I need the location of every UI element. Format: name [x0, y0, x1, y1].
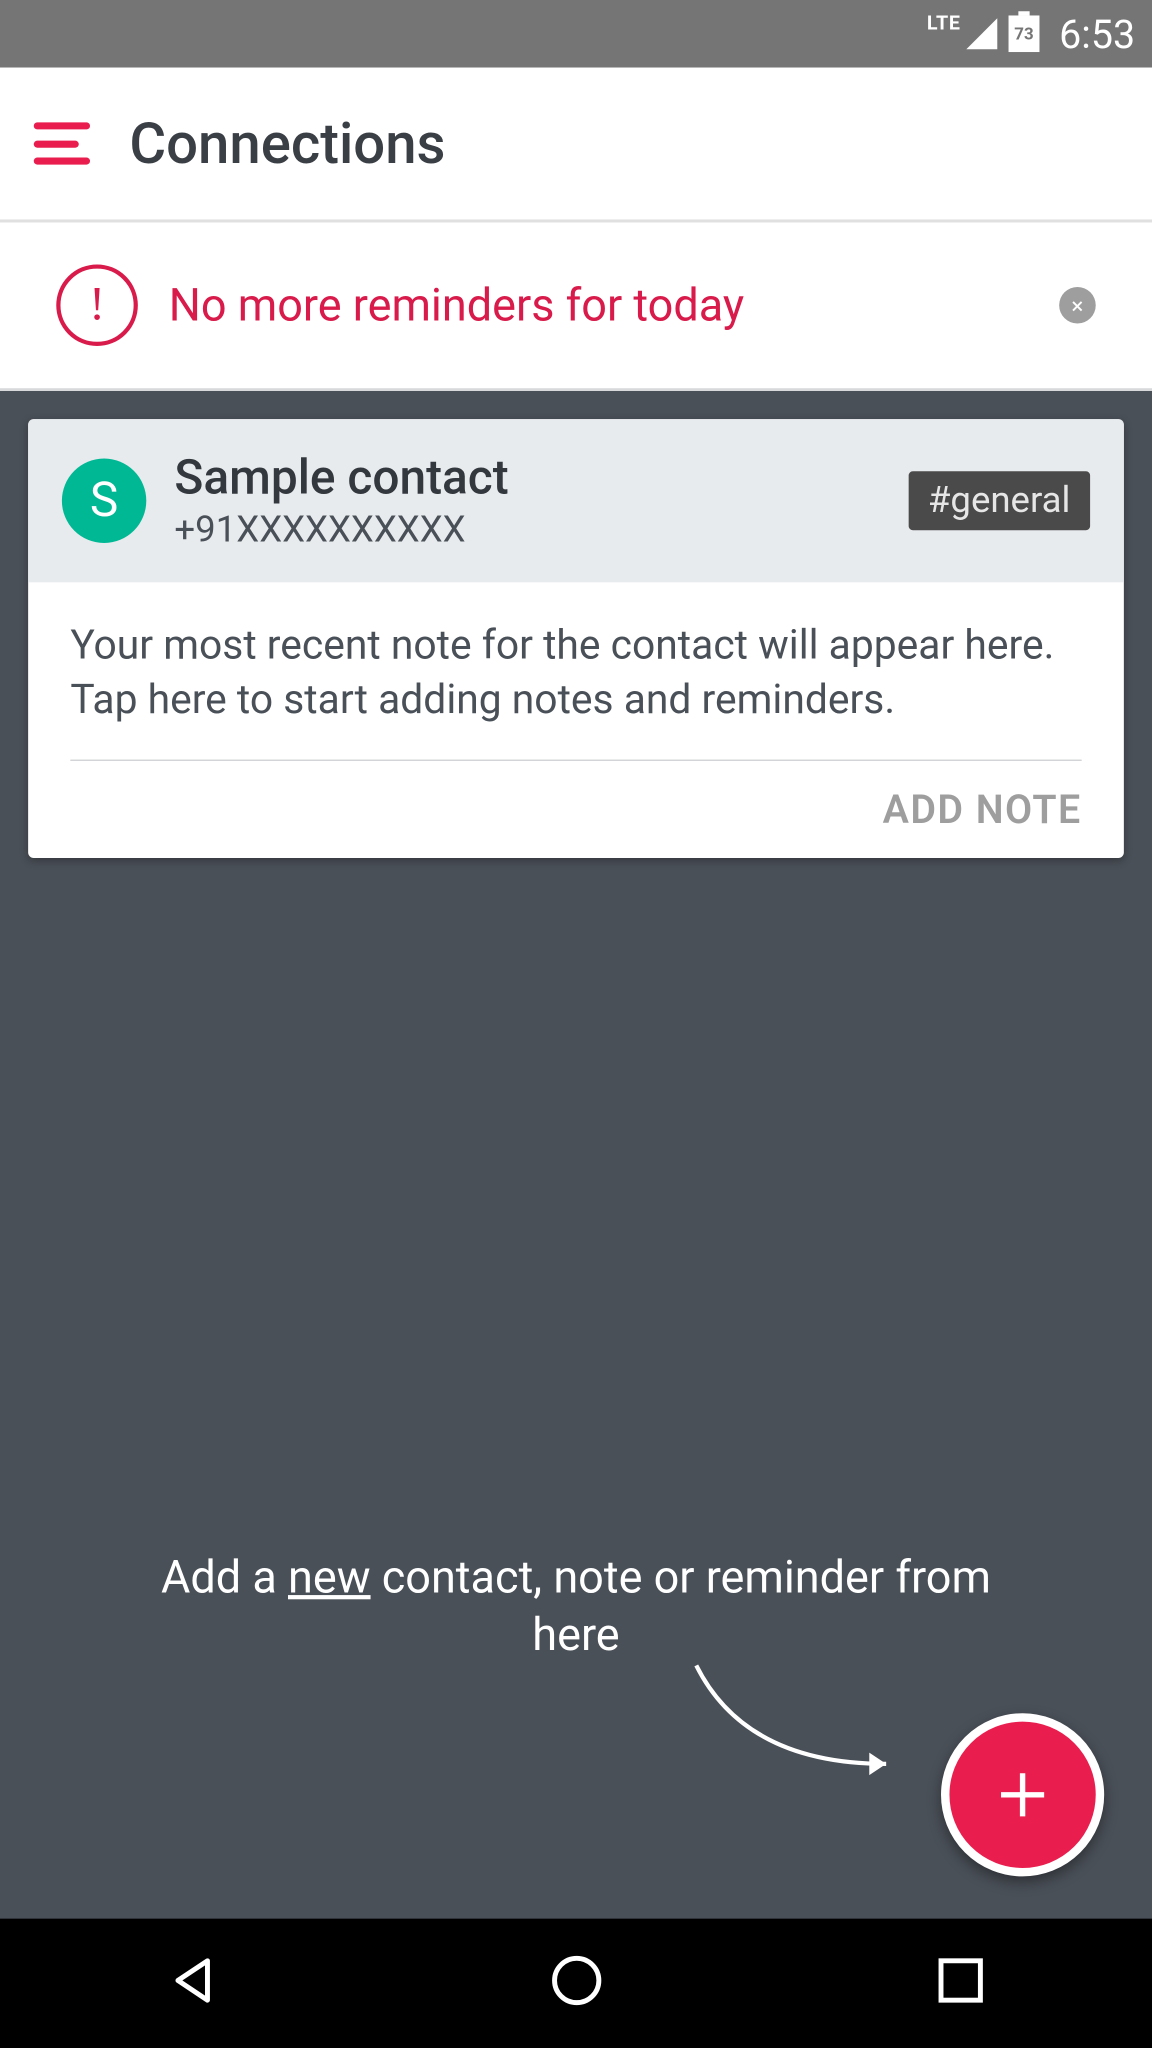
back-icon [162, 1951, 221, 2010]
signal-icon [966, 18, 997, 49]
contact-card-header: S Sample contact +91XXXXXXXXXX #general [28, 419, 1124, 582]
onboarding-hint: Add a new contact, note or reminder from… [0, 1548, 1152, 1665]
contact-phone: +91XXXXXXXXXX [174, 509, 908, 551]
home-icon [546, 1951, 605, 2010]
clock: 6:53 [1059, 11, 1135, 57]
battery-icon: 73 [1009, 15, 1040, 52]
main-content: S Sample contact +91XXXXXXXXXX #general … [0, 391, 1152, 1919]
close-icon: × [1071, 292, 1083, 319]
app-bar: Connections [0, 68, 1152, 223]
menu-icon[interactable] [34, 122, 90, 164]
status-bar: LTE 73 6:53 [0, 0, 1152, 68]
home-button[interactable] [546, 1951, 605, 2016]
recents-icon [930, 1951, 989, 2010]
back-button[interactable] [162, 1951, 221, 2016]
banner-close-button[interactable]: × [1059, 287, 1096, 324]
card-actions: ADD NOTE [70, 761, 1081, 833]
recents-button[interactable] [930, 1951, 989, 2016]
banner-text: No more reminders for today [169, 279, 1059, 332]
reminder-banner: ! No more reminders for today × [0, 222, 1152, 391]
contact-meta: Sample contact +91XXXXXXXXXX [174, 450, 908, 551]
battery-level: 73 [1014, 24, 1033, 44]
note-preview[interactable]: Your most recent note for the contact wi… [70, 619, 1081, 761]
fab-add-button[interactable] [941, 1713, 1104, 1876]
page-title: Connections [129, 110, 955, 176]
network-label: LTE [927, 13, 961, 36]
contact-name: Sample contact [174, 450, 908, 506]
add-note-button[interactable]: ADD NOTE [883, 787, 1082, 833]
contact-card-body: Your most recent note for the contact wi… [28, 582, 1124, 858]
contact-tag[interactable]: #general [908, 471, 1090, 530]
system-nav-bar [0, 1919, 1152, 2048]
avatar: S [62, 459, 146, 543]
contact-card[interactable]: S Sample contact +91XXXXXXXXXX #general … [28, 419, 1124, 858]
alert-icon: ! [56, 264, 138, 346]
device-frame: LTE 73 6:53 Connections ! No more remind… [0, 0, 1152, 2048]
hint-arrow-icon [689, 1658, 914, 1785]
plus-icon [990, 1762, 1055, 1827]
